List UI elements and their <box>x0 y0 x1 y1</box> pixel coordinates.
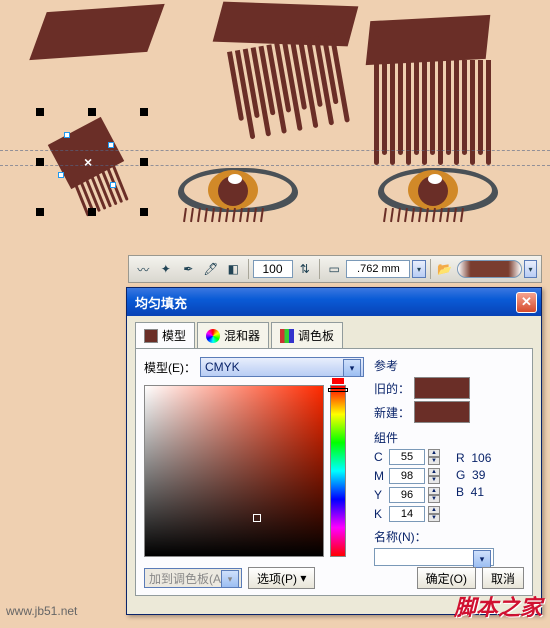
stroke-icon[interactable]: ▭ <box>324 258 345 280</box>
tab-palette[interactable]: 调色板 <box>271 322 343 348</box>
selection-handle[interactable] <box>88 108 96 116</box>
hue-marker[interactable] <box>328 388 348 392</box>
spinner[interactable]: ▲▼ <box>428 506 440 522</box>
pen-icon[interactable]: 🖊 <box>201 258 222 280</box>
dialog-tabs: 模型 混和器 调色板 <box>127 316 541 348</box>
tab-model[interactable]: 模型 <box>135 322 195 349</box>
property-toolbar: 〰 ✦ ✒ 🖊 ◧ ⇅ ▭ ▾ 📂 ▾ <box>128 255 542 283</box>
hair-shape <box>29 4 164 60</box>
k-input[interactable] <box>389 506 425 522</box>
m-label: M <box>374 469 386 483</box>
guide-line[interactable] <box>0 150 550 151</box>
r-readout: R 106 <box>456 451 491 465</box>
color-gradient-picker[interactable] <box>144 385 324 557</box>
dropdown-arrow-icon[interactable]: ▾ <box>524 260 537 278</box>
selection-handle[interactable] <box>36 208 44 216</box>
selection-handle[interactable] <box>140 208 148 216</box>
node-handle[interactable] <box>110 182 116 188</box>
opacity-input[interactable] <box>253 260 293 278</box>
brush-preview[interactable] <box>457 260 522 278</box>
watermark-brand: 脚本之家 <box>454 590 542 622</box>
guide-line[interactable] <box>0 165 550 166</box>
m-input[interactable] <box>389 468 425 484</box>
hue-slider[interactable] <box>330 385 346 557</box>
dialog-title: 均匀填充 <box>131 293 516 312</box>
selection-handle[interactable] <box>36 108 44 116</box>
c-input[interactable] <box>389 449 425 465</box>
new-color-label: 新建： <box>374 404 410 421</box>
eye-shape <box>378 168 498 218</box>
old-color-label: 旧的： <box>374 380 410 397</box>
new-color-swatch <box>414 401 470 423</box>
calligraphy-icon[interactable]: ✒ <box>178 258 199 280</box>
options-button[interactable]: 选项(P) ▾ <box>248 567 315 589</box>
selection-handle[interactable] <box>36 158 44 166</box>
selection-handle[interactable] <box>140 158 148 166</box>
brush-tool-icon[interactable]: 〰 <box>133 258 154 280</box>
node-handle[interactable] <box>64 132 70 138</box>
canvas-area[interactable]: × <box>0 0 550 280</box>
dialog-titlebar[interactable]: 均匀填充 ✕ <box>127 288 541 316</box>
selection-handle[interactable] <box>140 108 148 116</box>
model-label: 模型(E)： <box>144 359 196 376</box>
spray-tool-icon[interactable]: ✦ <box>156 258 177 280</box>
components-heading: 組件 <box>374 429 524 446</box>
color-name-combo[interactable] <box>374 548 494 566</box>
g-readout: G 39 <box>456 468 491 482</box>
ok-button[interactable]: 确定(O) <box>417 567 476 589</box>
node-handle[interactable] <box>108 142 114 148</box>
c-label: C <box>374 450 386 464</box>
node-handle[interactable] <box>58 172 64 178</box>
color-picker-cursor[interactable] <box>253 514 261 522</box>
dropdown-arrow-icon[interactable]: ▾ <box>412 260 425 278</box>
folder-icon[interactable]: 📂 <box>434 258 455 280</box>
color-model-combo[interactable]: CMYK <box>200 357 364 377</box>
y-input[interactable] <box>389 487 425 503</box>
spinner[interactable]: ▲▼ <box>428 449 440 465</box>
old-color-swatch <box>414 377 470 399</box>
uniform-fill-dialog: 均匀填充 ✕ 模型 混和器 调色板 模型(E)： CMYK 参考 旧的： 新建： <box>126 287 542 615</box>
pressure-icon[interactable]: ◧ <box>223 258 244 280</box>
k-label: K <box>374 507 386 521</box>
tab-mixer[interactable]: 混和器 <box>197 322 269 348</box>
close-button[interactable]: ✕ <box>516 292 537 313</box>
selection-center[interactable]: × <box>84 154 92 170</box>
b-readout: B 41 <box>456 485 491 499</box>
eye-shape <box>178 168 298 218</box>
spinner[interactable]: ▲▼ <box>428 468 440 484</box>
y-label: Y <box>374 488 386 502</box>
wheel-icon <box>206 329 220 343</box>
selection-handle[interactable] <box>88 208 96 216</box>
hair-shape <box>213 2 359 47</box>
cancel-button[interactable]: 取消 <box>482 567 524 589</box>
stepper-icon[interactable]: ⇅ <box>295 258 316 280</box>
stroke-width-input[interactable] <box>346 260 410 278</box>
watermark-url: www.jb51.net <box>6 604 77 618</box>
reference-heading: 参考 <box>374 357 524 374</box>
name-label: 名称(N)： <box>374 528 524 545</box>
hair-shape <box>366 15 491 65</box>
hair-fringe <box>227 33 350 141</box>
tab-body: 模型(E)： CMYK 参考 旧的： 新建： 組件 C ▲▼ <box>135 348 533 596</box>
add-palette-combo[interactable]: 加到调色板(A)▾ <box>144 568 242 588</box>
spinner[interactable]: ▲▼ <box>428 487 440 503</box>
square-icon <box>144 329 158 343</box>
palette-icon <box>280 329 294 343</box>
